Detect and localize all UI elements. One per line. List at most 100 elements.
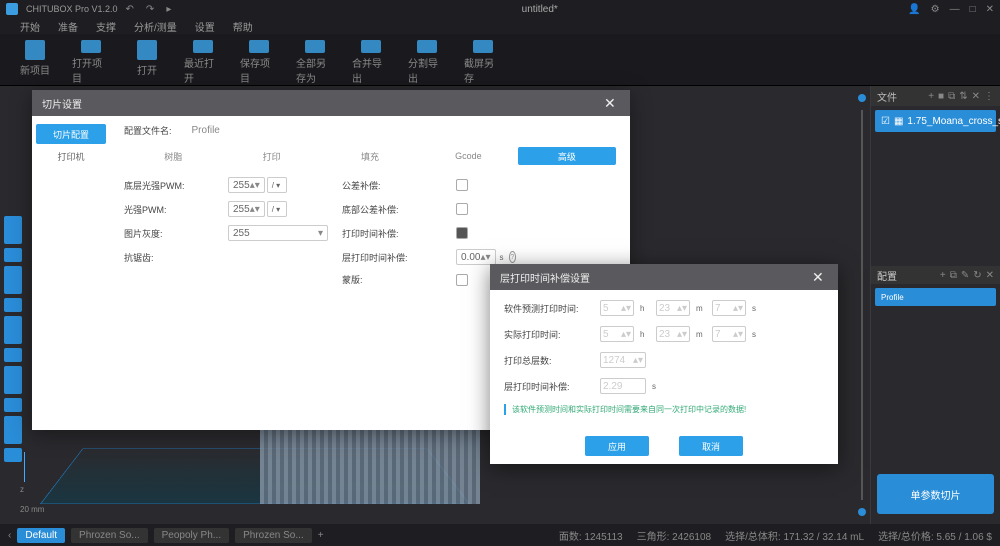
- tool-open[interactable]: 打开: [128, 40, 166, 85]
- tool-recent[interactable]: 最近打开: [184, 40, 222, 85]
- layer-slider[interactable]: [858, 94, 866, 516]
- tool-select[interactable]: [4, 216, 22, 244]
- info-note: 该软件预测时间和实际打印时间需要来自同一次打印中记录的数据!: [504, 404, 824, 415]
- layer-time-input[interactable]: 0.00▴▾: [456, 249, 496, 265]
- pwm-input[interactable]: 255▴▾: [228, 201, 265, 217]
- tab-fill[interactable]: 填充: [321, 147, 419, 165]
- tool-screenshot[interactable]: 截屏另存: [464, 40, 502, 85]
- printer-tab-default[interactable]: Default: [17, 528, 65, 543]
- status-chevron-icon[interactable]: ‹: [8, 530, 11, 541]
- minimize-icon[interactable]: —: [950, 4, 960, 15]
- settings-copy-icon[interactable]: ⧉: [950, 270, 957, 281]
- print-time-comp-checkbox[interactable]: [456, 227, 468, 239]
- side-slice-config[interactable]: 切片配置: [36, 124, 106, 144]
- gray-input[interactable]: 255▾: [228, 225, 328, 241]
- settings-edit-icon[interactable]: ✎: [961, 270, 969, 281]
- cancel-button[interactable]: 取消: [679, 436, 743, 456]
- tool-rotate[interactable]: [4, 316, 22, 344]
- profile-name-label: 配置文件名:: [124, 124, 172, 137]
- side-printer[interactable]: 打印机: [36, 146, 106, 166]
- total-layers-input[interactable]: 1274▴▾: [600, 352, 646, 368]
- save-icon: [249, 40, 269, 53]
- settings-tabs: 树脂 打印 填充 Gcode 高级: [124, 147, 616, 165]
- tool-mirror[interactable]: [4, 416, 22, 444]
- act-mins-input[interactable]: 23▴▾: [656, 326, 690, 342]
- tool-mirror-label: [4, 448, 22, 462]
- left-toolbar: [4, 216, 22, 462]
- checkbox-icon[interactable]: ■: [938, 91, 944, 102]
- tab-print[interactable]: 打印: [222, 147, 320, 165]
- settings-refresh-icon[interactable]: ↻: [973, 270, 981, 281]
- delete-icon[interactable]: ✕: [972, 91, 980, 102]
- settings-header: 配置 + ⧉ ✎ ↻ ✕: [871, 266, 1000, 284]
- files-header: 文件 + ■ ⧉ ⇅ ✕ ⋮: [871, 86, 1000, 106]
- undo-icon[interactable]: ↶: [126, 4, 134, 15]
- apply-button[interactable]: 应用: [585, 436, 649, 456]
- menu-support[interactable]: 支撑: [96, 19, 116, 34]
- printer-tab-2[interactable]: Peopoly Ph...: [154, 528, 229, 543]
- close-icon[interactable]: ✕: [986, 4, 994, 15]
- bottom-pwm-input[interactable]: 255▴▾: [228, 177, 265, 193]
- app-title: CHITUBOX Pro V1.2.0: [26, 4, 118, 14]
- menu-settings[interactable]: 设置: [195, 19, 215, 34]
- file-check-icon[interactable]: ☑: [881, 116, 890, 127]
- act-hours-input[interactable]: 5▴▾: [600, 326, 634, 342]
- menu-help[interactable]: 帮助: [233, 19, 253, 34]
- tab-advanced[interactable]: 高级: [518, 147, 616, 165]
- menu-prepare[interactable]: 准备: [58, 19, 78, 34]
- copy-icon[interactable]: ⧉: [948, 91, 955, 102]
- pwm-unit[interactable]: / ▾: [267, 201, 287, 217]
- slider-bottom-handle[interactable]: [858, 508, 866, 516]
- bottom-tolerance-checkbox[interactable]: [456, 203, 468, 215]
- settings-add-icon[interactable]: +: [940, 270, 946, 281]
- reverse-icon[interactable]: ⇅: [959, 91, 967, 102]
- mask-checkbox[interactable]: [456, 274, 468, 286]
- menu-start[interactable]: 开始: [20, 19, 40, 34]
- layer-comp-input[interactable]: 2.29: [600, 378, 646, 394]
- bottom-tolerance-label: 底部公差补偿:: [342, 203, 442, 216]
- tool-move[interactable]: [4, 266, 22, 294]
- help-icon[interactable]: ?: [509, 251, 516, 263]
- bottom-pwm-unit[interactable]: / ▾: [267, 177, 287, 193]
- pred-secs-input[interactable]: 7▴▾: [712, 300, 746, 316]
- tool-merge[interactable]: 合并导出: [352, 40, 390, 85]
- tool-saveall[interactable]: 全部另存为: [296, 40, 334, 85]
- more-icon[interactable]: ⋮: [984, 91, 994, 102]
- file-name: 1.75_Moana_cross_s0.stl: [907, 116, 1000, 127]
- tool-split[interactable]: 分割导出: [408, 40, 446, 85]
- printer-tab-1[interactable]: Phrozen So...: [71, 528, 148, 543]
- add-file-icon[interactable]: +: [928, 91, 934, 102]
- maximize-icon[interactable]: □: [970, 4, 976, 15]
- tool-scale[interactable]: [4, 366, 22, 394]
- file-item[interactable]: ☑ ▦ 1.75_Moana_cross_s0.stl: [875, 110, 996, 132]
- tab-resin[interactable]: 树脂: [124, 147, 222, 165]
- user-icon[interactable]: 👤: [908, 4, 920, 15]
- dialog-close-icon[interactable]: ✕: [604, 95, 620, 111]
- slice-button[interactable]: 单参数切片: [877, 474, 994, 514]
- slider-top-handle[interactable]: [858, 94, 866, 102]
- profile-chip[interactable]: Profile: [875, 288, 996, 306]
- tool-rotate-label: [4, 348, 22, 362]
- act-secs-input[interactable]: 7▴▾: [712, 326, 746, 342]
- pred-mins-input[interactable]: 23▴▾: [656, 300, 690, 316]
- printer-tab-3[interactable]: Phrozen So...: [235, 528, 312, 543]
- tool-save[interactable]: 保存项目: [240, 40, 278, 85]
- menu-analyze[interactable]: 分析/测量: [134, 19, 177, 34]
- layer-comp-label: 层打印时间补偿:: [504, 380, 594, 393]
- open-icon: [137, 40, 157, 60]
- dialog2-close-icon[interactable]: ✕: [812, 269, 828, 285]
- tool-new[interactable]: 新项目: [16, 40, 54, 85]
- tolerance-checkbox[interactable]: [456, 179, 468, 191]
- folder-icon: [81, 40, 101, 53]
- settings-icon[interactable]: ⚙: [931, 4, 940, 15]
- add-printer-icon[interactable]: +: [318, 530, 324, 541]
- titlebar: CHITUBOX Pro V1.2.0 ↶ ↷ ▸ untitled* 👤 ⚙ …: [0, 0, 1000, 18]
- tool-open-project[interactable]: 打开项目: [72, 40, 110, 85]
- right-panel: 文件 + ■ ⧉ ⇅ ✕ ⋮ ☑ ▦ 1.75_Moana_cross_s0.s…: [870, 86, 1000, 524]
- settings-del-icon[interactable]: ✕: [986, 270, 994, 281]
- statusbar: ‹ Default Phrozen So... Peopoly Ph... Ph…: [0, 524, 1000, 546]
- pointer-icon[interactable]: ▸: [166, 4, 171, 15]
- pred-hours-input[interactable]: 5▴▾: [600, 300, 634, 316]
- tab-gcode[interactable]: Gcode: [419, 147, 517, 165]
- redo-icon[interactable]: ↷: [146, 4, 154, 15]
